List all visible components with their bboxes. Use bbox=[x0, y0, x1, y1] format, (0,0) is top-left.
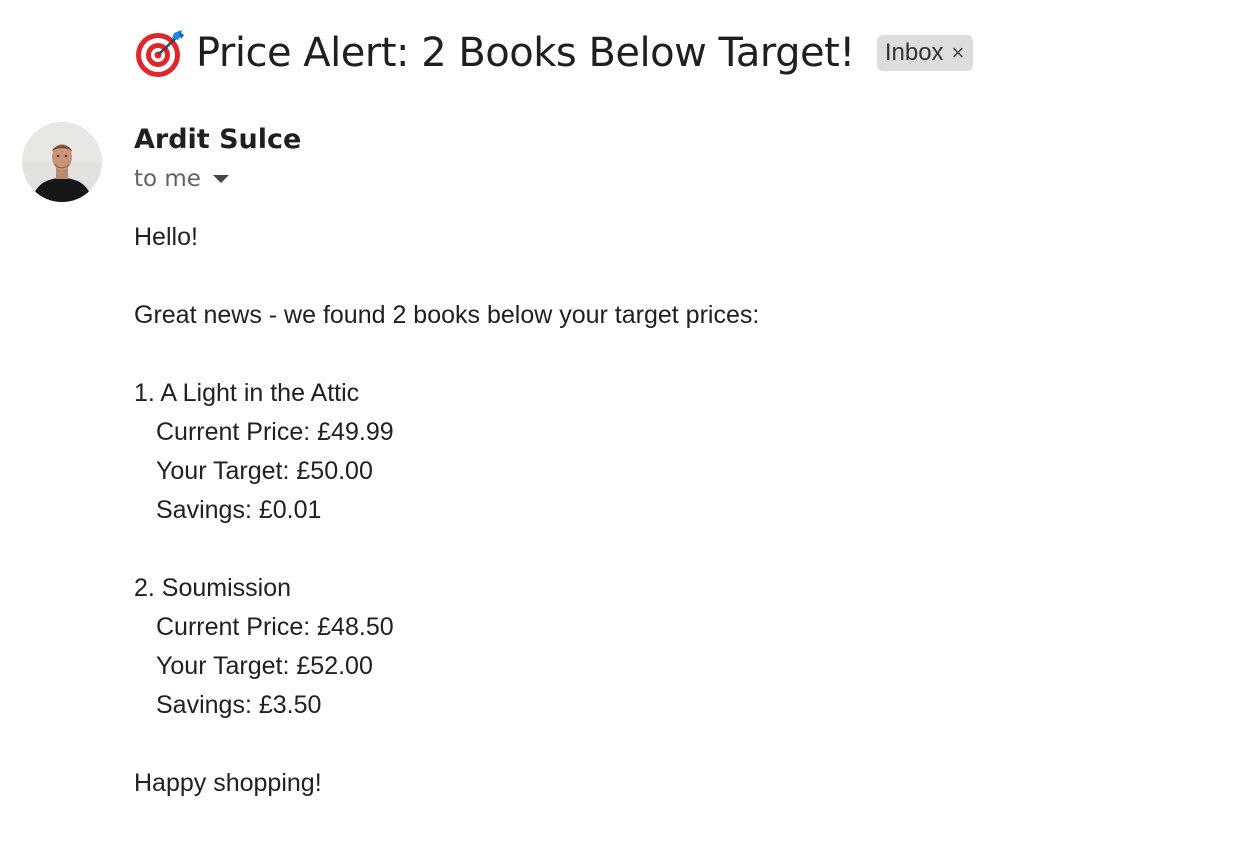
book-title: 1. A Light in the Attic bbox=[134, 379, 360, 407]
book-title: 2. Soumission bbox=[134, 574, 292, 602]
book-current-price: Current Price: £48.50 bbox=[156, 613, 394, 641]
caret-down-icon[interactable] bbox=[212, 175, 229, 183]
direct-hit-target-icon bbox=[134, 27, 186, 79]
book-item: 1. A Light in the Attic Current Price: £… bbox=[134, 374, 759, 530]
inbox-label-text: Inbox bbox=[884, 39, 944, 66]
book-current-price: Current Price: £49.99 bbox=[156, 418, 394, 446]
sender-avatar[interactable] bbox=[22, 122, 102, 202]
book-savings: Savings: £0.01 bbox=[156, 496, 322, 524]
email-subject-row: Price Alert: 2 Books Below Target! Inbox… bbox=[134, 24, 974, 82]
book-target-price: Your Target: £50.00 bbox=[156, 457, 373, 485]
inbox-label-chip[interactable]: Inbox × bbox=[876, 35, 974, 71]
sender-name: Ardit Sulce bbox=[134, 124, 302, 155]
remove-label-close-icon[interactable]: × bbox=[952, 42, 965, 64]
intro-text: Great news - we found 2 books below your… bbox=[134, 301, 760, 329]
book-target-price: Your Target: £52.00 bbox=[156, 652, 373, 680]
recipient-label: to me bbox=[134, 166, 201, 192]
book-item: 2. Soumission Current Price: £48.50 Your… bbox=[134, 569, 759, 725]
closing-text: Happy shopping! bbox=[134, 769, 322, 797]
email-body: Hello! Great news - we found 2 books bel… bbox=[134, 218, 759, 803]
email-subject: Price Alert: 2 Books Below Target! bbox=[196, 30, 855, 76]
recipient-details-toggle[interactable]: to me bbox=[134, 166, 229, 192]
greeting-text: Hello! bbox=[134, 223, 198, 251]
book-savings: Savings: £3.50 bbox=[156, 691, 322, 719]
